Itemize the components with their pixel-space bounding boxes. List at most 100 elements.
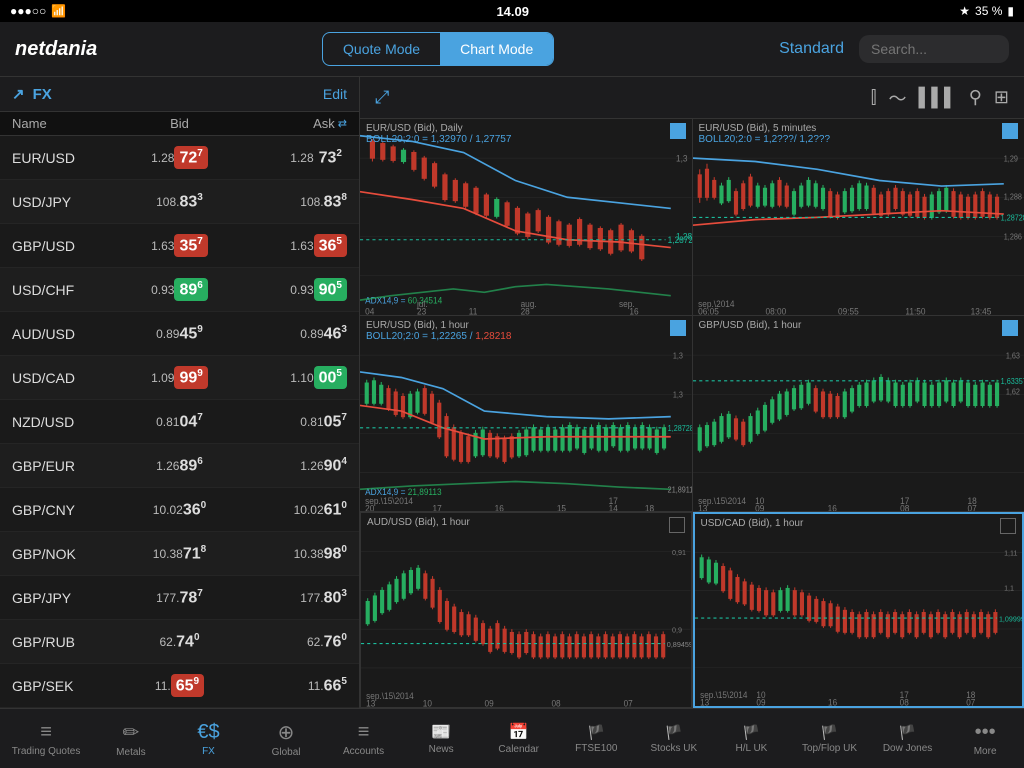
grid-icon[interactable]: ⊞ (994, 87, 1009, 108)
svg-text:1,3: 1,3 (673, 390, 683, 399)
nav-accounts[interactable]: ≡ Accounts (329, 716, 399, 762)
svg-text:1,62: 1,62 (1005, 387, 1019, 396)
table-row: USD/JPY 108. 833 108. 838 (0, 180, 359, 224)
nav-trading-quotes[interactable]: ≡ Trading Quotes (4, 716, 89, 762)
chart-checkbox-6[interactable] (1000, 518, 1016, 534)
ask-cell: 1.26 904 (235, 456, 347, 475)
bid-badge: 727 (174, 146, 207, 169)
svg-text:1,09999: 1,09999 (998, 614, 1022, 623)
ask-cell: 1.28 732 (235, 146, 347, 169)
standard-label: Standard (779, 40, 844, 58)
bid-cell: 1.09 999 (124, 366, 236, 389)
chart-gbpusd-1h[interactable]: GBP/USD (Bid), 1 hour (693, 316, 1024, 512)
svg-text:1,3: 1,3 (673, 351, 683, 360)
svg-text:1,286: 1,286 (1003, 232, 1021, 241)
topflop-uk-label: Top/Flop UK (802, 743, 857, 754)
chart-title-6: USD/CAD (Bid), 1 hour (701, 518, 804, 529)
hl-uk-label: H/L UK (735, 743, 767, 754)
svg-text:16: 16 (828, 698, 837, 706)
dow-jones-label: Dow Jones (883, 743, 932, 754)
nav-topflop-uk[interactable]: 🏴 Top/Flop UK (794, 719, 865, 759)
pair-name: GBP/EUR (12, 458, 124, 474)
nav-ftse100[interactable]: 🏴 FTSE100 (561, 719, 631, 759)
chart-mode-button[interactable]: Chart Mode (440, 33, 553, 65)
col-bid: Bid (124, 116, 236, 131)
fx-edit-button[interactable]: Edit (323, 86, 347, 102)
nav-metals[interactable]: ✏ Metals (96, 715, 166, 763)
svg-text:0,9: 0,9 (672, 626, 682, 635)
chart-usdcad-1h[interactable]: USD/CAD (Bid), 1 hour (693, 512, 1024, 708)
svg-text:1,28728: 1,28728 (676, 231, 692, 241)
svg-text:18: 18 (967, 495, 976, 505)
chart-eurusd-1h[interactable]: EUR/USD (Bid), 1 hour BOLL20;2:0 = 1,222… (360, 316, 692, 512)
svg-text:sep.\15\2014: sep.\15\2014 (698, 495, 746, 505)
candlestick-icon[interactable]: ▌▌▌ (918, 87, 956, 108)
svg-text:11: 11 (469, 306, 478, 314)
svg-text:11:50: 11:50 (905, 306, 925, 314)
table-row: AUD/USD 0.89 459 0.89 463 (0, 312, 359, 356)
col-ask: Ask ⇄ (235, 116, 347, 131)
ask-cell: 0.81 057 (235, 412, 347, 431)
nav-global[interactable]: ⊕ Global (251, 715, 321, 763)
chart-svg-5: 0,89459 13 sep.\15\2014 10 09 08 07 0,91… (361, 513, 691, 707)
table-row: GBP/EUR 1.26 896 1.26 904 (0, 444, 359, 488)
calendar-icon: 📅 (509, 722, 529, 742)
svg-text:sep.\15\2014: sep.\15\2014 (366, 691, 414, 701)
svg-text:sep.\15\2014: sep.\15\2014 (700, 690, 748, 700)
logo: netdania (15, 38, 97, 61)
status-time: 14.09 (496, 4, 529, 19)
bid-cell: 0.93 896 (124, 278, 236, 301)
chart-title-4: GBP/USD (Bid), 1 hour (699, 320, 802, 331)
line-chart-icon[interactable]: 〜 (888, 85, 906, 111)
chart-checkbox-5[interactable] (669, 517, 685, 533)
nav-fx[interactable]: €$ FX (173, 716, 243, 762)
nav-hl-uk[interactable]: 🏴 H/L UK (716, 719, 786, 759)
nav-more[interactable]: ••• More (950, 716, 1020, 762)
svg-text:13:45: 13:45 (970, 306, 991, 314)
nav-calendar[interactable]: 📅 Calendar (484, 717, 554, 760)
bar-chart-icon[interactable]: ⫿ (871, 87, 877, 108)
svg-text:17: 17 (433, 503, 442, 511)
table-row: GBP/NOK 10.38 718 10.38 980 (0, 532, 359, 576)
fx-panel: ↗ FX Edit Name Bid Ask ⇄ EUR/USD 1.28 72… (0, 77, 360, 708)
svg-text:1,63: 1,63 (1005, 351, 1019, 360)
chart-svg-2: 1,28728 06:05 08:00 09:55 11:50 13:45 se… (693, 119, 1024, 315)
svg-text:1,1: 1,1 (1004, 584, 1014, 593)
chart-checkbox-2[interactable] (1002, 123, 1018, 139)
svg-text:16: 16 (495, 503, 504, 511)
pin-icon[interactable]: ⚲ (969, 87, 982, 108)
chart-checkbox-4[interactable] (1002, 320, 1018, 336)
svg-text:1,29: 1,29 (1003, 154, 1017, 163)
chart-audusd-1h[interactable]: AUD/USD (Bid), 1 hour (360, 512, 692, 708)
table-row: GBP/CNY 10.02 360 10.02 610 (0, 488, 359, 532)
svg-text:1,28728: 1,28728 (1000, 213, 1024, 222)
topflop-uk-icon: 🏴 (821, 724, 838, 741)
nav-dow-jones[interactable]: 🏴 Dow Jones (873, 719, 943, 759)
mode-buttons: Quote Mode Chart Mode (322, 32, 554, 66)
nav-news[interactable]: 📰 News (406, 717, 476, 760)
chart-checkbox-1[interactable] (670, 123, 686, 139)
chart-eurusd-daily[interactable]: EUR/USD (Bid), Daily BOLL20;2:0 = 1,3297… (360, 119, 692, 315)
ask-cell: 10.38 980 (235, 544, 347, 563)
bid-cell: 62. 740 (124, 632, 236, 651)
ask-cell: 0.93 905 (235, 278, 347, 301)
charts-grid: EUR/USD (Bid), Daily BOLL20;2:0 = 1,3297… (360, 119, 1024, 708)
ask-badge: 005 (314, 366, 347, 389)
quote-mode-button[interactable]: Quote Mode (323, 33, 440, 65)
pair-name: GBP/SEK (12, 678, 124, 694)
expand-icon[interactable]: ⤢ (375, 87, 389, 108)
chart-checkbox-3[interactable] (670, 320, 686, 336)
pair-name: GBP/USD (12, 238, 124, 254)
table-row: NZD/USD 0.81 047 0.81 057 (0, 400, 359, 444)
nav-stocks-uk[interactable]: 🏴 Stocks UK (639, 719, 709, 759)
bluetooth-icon: ★ (959, 4, 970, 18)
search-input[interactable] (859, 35, 1009, 63)
bid-badge: 659 (171, 674, 204, 697)
chart-eurusd-5min[interactable]: EUR/USD (Bid), 5 minutes BOLL20;2:0 = 1,… (693, 119, 1024, 315)
col-name: Name (12, 116, 124, 131)
ftse100-label: FTSE100 (575, 743, 617, 754)
toolbar-right: ⫿ 〜 ▌▌▌ ⚲ ⊞ (871, 85, 1009, 111)
accounts-label: Accounts (343, 746, 384, 757)
pair-name: GBP/CNY (12, 502, 124, 518)
pair-name: GBP/NOK (12, 546, 124, 562)
